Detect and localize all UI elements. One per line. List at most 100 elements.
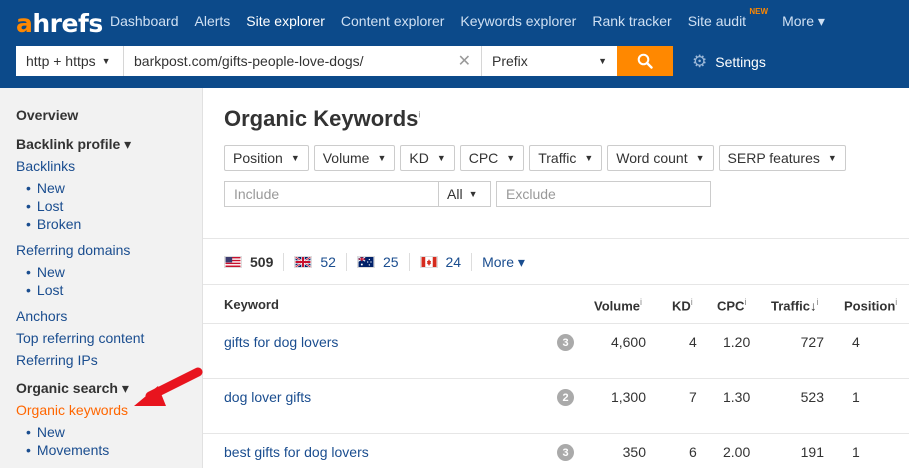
include-exclude-row: Include All ▼ Exclude <box>224 181 711 207</box>
keyword-link[interactable]: dog lover gifts <box>224 389 311 405</box>
kd-value: 7 <box>689 389 697 405</box>
col-volume[interactable]: Volumei <box>594 297 642 313</box>
country-ca[interactable]: 24 <box>419 254 461 270</box>
keyword-link[interactable]: gifts for dog lovers <box>224 334 338 350</box>
nav-site-explorer[interactable]: Site explorer <box>246 13 325 30</box>
page-title: Organic Keywordsi <box>224 106 421 131</box>
divider <box>203 284 909 285</box>
position-value: 1 <box>852 389 860 405</box>
col-cpc[interactable]: CPCi <box>717 297 746 313</box>
traffic-value[interactable]: 191 <box>783 444 824 460</box>
include-input[interactable]: Include <box>224 181 439 207</box>
col-position[interactable]: Positioni <box>844 297 897 313</box>
clear-icon[interactable]: ✕ <box>458 51 471 71</box>
serp-features-badge[interactable]: 3 <box>557 334 574 351</box>
sidebar-anchors[interactable]: Anchors <box>16 308 67 324</box>
nav-rank-tracker[interactable]: Rank tracker <box>592 13 671 30</box>
red-arrow-annotation <box>134 367 203 406</box>
sidebar-referring-domains-new[interactable]: New <box>26 264 65 280</box>
us-flag-icon <box>224 256 242 268</box>
protocol-select[interactable]: http + https ▼ <box>16 46 124 76</box>
country-au[interactable]: 25 <box>356 254 399 270</box>
chevron-down-icon: ▼ <box>377 153 387 163</box>
nav-site-audit[interactable]: Site audit NEW <box>688 7 768 30</box>
url-input[interactable]: barkpost.com/gifts-people-love-dogs/✕ <box>124 46 482 76</box>
info-icon[interactable]: i <box>418 110 420 120</box>
sidebar-organic-search[interactable]: Organic search ▾ <box>16 380 129 397</box>
info-icon: i <box>816 297 819 307</box>
volume-value: 4,600 <box>610 334 646 350</box>
traffic-value[interactable]: 727 <box>783 334 824 350</box>
sidebar-referring-domains-lost[interactable]: Lost <box>26 282 63 298</box>
country-tabs: 509 52 25 24 More ▾ <box>224 253 545 271</box>
search-button[interactable] <box>617 46 673 76</box>
kd-value: 4 <box>689 334 697 350</box>
sidebar-organic-keywords-new[interactable]: New <box>26 424 65 440</box>
serp-features-badge[interactable]: 2 <box>557 389 574 406</box>
divider <box>203 433 909 434</box>
main-content: Organic Keywordsi Position ▼ Volume ▼ KD ▼ … <box>203 88 909 468</box>
country-more[interactable]: More ▾ <box>482 254 525 271</box>
col-kd[interactable]: KDi <box>672 297 693 313</box>
keyword-link[interactable]: best gifts for dog lovers <box>224 444 369 460</box>
filter-traffic[interactable]: Traffic ▼ <box>529 145 603 171</box>
col-keyword[interactable]: Keyword <box>224 297 279 312</box>
sidebar-overview[interactable]: Overview <box>16 107 78 123</box>
serp-features-badge[interactable]: 3 <box>557 444 574 461</box>
traffic-value[interactable]: 523 <box>783 389 824 405</box>
filter-cpc[interactable]: CPC ▼ <box>459 145 525 171</box>
new-badge: NEW <box>749 7 769 16</box>
sidebar-backlinks[interactable]: Backlinks <box>16 158 75 174</box>
info-icon: i <box>690 297 693 307</box>
exclude-input[interactable]: Exclude <box>496 181 711 207</box>
divider <box>203 238 909 239</box>
info-icon: i <box>895 297 898 307</box>
divider <box>203 378 909 379</box>
chevron-down-icon: ▼ <box>290 153 300 163</box>
sidebar-backlink-profile[interactable]: Backlink profile ▾ <box>16 136 131 153</box>
ahrefs-logo[interactable]: ahrefs <box>16 9 103 38</box>
nav-more[interactable]: More ▾ <box>782 13 825 30</box>
cpc-value: 1.20 <box>723 334 751 350</box>
country-us[interactable]: 509 <box>224 254 273 270</box>
filter-position[interactable]: Position ▼ <box>224 145 309 171</box>
chevron-down-icon: ▼ <box>827 153 837 163</box>
sidebar-referring-domains[interactable]: Referring domains <box>16 242 130 258</box>
chevron-down-icon: ▼ <box>584 153 594 163</box>
search-row: http + https ▼ barkpost.com/gifts-people-… <box>16 46 673 76</box>
sidebar-organic-keywords-movements[interactable]: Movements <box>26 442 109 458</box>
nav-keywords-explorer[interactable]: Keywords explorer <box>460 13 576 30</box>
sidebar-referring-ips[interactable]: Referring IPs <box>16 352 98 368</box>
position-value: 4 <box>852 334 860 350</box>
divider <box>203 323 909 324</box>
sidebar-backlinks-new[interactable]: New <box>26 180 65 196</box>
mode-select[interactable]: Prefix ▼ <box>482 46 617 76</box>
cpc-value: 2.00 <box>723 444 751 460</box>
col-traffic[interactable]: Traffic↓i <box>771 297 819 313</box>
sidebar-organic-keywords[interactable]: Organic keywords <box>16 402 128 418</box>
sidebar-top-referring-content[interactable]: Top referring content <box>16 330 144 346</box>
volume-value: 1,300 <box>610 389 646 405</box>
nav-alerts[interactable]: Alerts <box>195 13 231 30</box>
top-nav-bar: ahrefs Dashboard Alerts Site explorer Co… <box>0 0 909 88</box>
filter-serp-features[interactable]: SERP features ▼ <box>718 145 846 171</box>
filter-word-count[interactable]: Word count ▼ <box>607 145 714 171</box>
sidebar-backlinks-lost[interactable]: Lost <box>26 198 63 214</box>
search-icon <box>637 53 653 69</box>
chevron-down-icon: ▼ <box>695 153 705 163</box>
chevron-down-icon: ▼ <box>506 153 516 163</box>
canada-flag-icon <box>419 256 438 268</box>
volume-value: 350 <box>622 444 646 460</box>
nav-content-explorer[interactable]: Content explorer <box>341 13 445 30</box>
sidebar-backlinks-broken[interactable]: Broken <box>26 216 81 232</box>
match-all-select[interactable]: All ▼ <box>439 181 491 207</box>
chevron-down-icon: ▼ <box>436 153 446 163</box>
info-icon: i <box>744 297 747 307</box>
chevron-down-icon: ▼ <box>101 56 111 66</box>
filter-kd[interactable]: KD ▼ <box>400 145 455 171</box>
settings-button[interactable]: ⚙ Settings <box>692 52 766 72</box>
filter-volume[interactable]: Volume ▼ <box>313 145 396 171</box>
country-gb[interactable]: 52 <box>294 254 336 270</box>
filter-bar: Position ▼ Volume ▼ KD ▼ CPC ▼ Traffic ▼ Word… <box>224 145 851 171</box>
nav-dashboard[interactable]: Dashboard <box>110 13 179 30</box>
